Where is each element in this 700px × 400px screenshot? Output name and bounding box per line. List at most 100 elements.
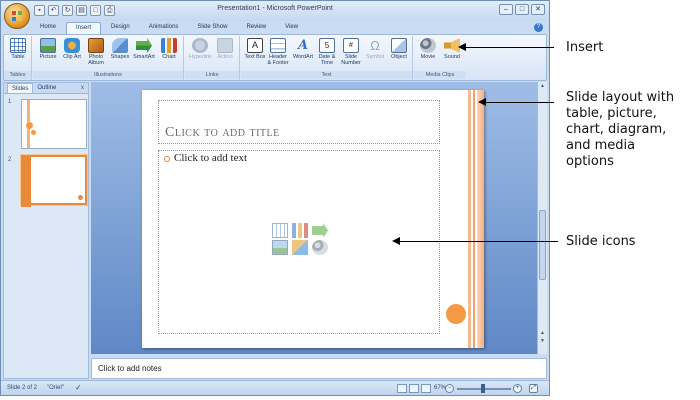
zoom-slider-handle[interactable]: [481, 384, 485, 393]
tab-slides[interactable]: Slides: [7, 83, 34, 93]
clip-art-button[interactable]: Clip Art: [61, 38, 83, 60]
symbol-icon: Ω: [370, 38, 380, 53]
maximize-button[interactable]: □: [515, 4, 529, 15]
chart-button[interactable]: Chart: [158, 38, 180, 60]
smartart-label: SmartArt: [133, 54, 155, 60]
wordart-icon: A: [297, 38, 309, 53]
next-slide-icon[interactable]: ▼: [539, 338, 546, 345]
insert-table-icon[interactable]: [272, 223, 288, 238]
slide-number-label: Slide Number: [341, 54, 361, 66]
callout-layout-line: table, picture,: [566, 106, 657, 121]
zoom-out-icon[interactable]: −: [445, 384, 454, 393]
picture-button[interactable]: Picture: [37, 38, 59, 60]
spelling-check-icon[interactable]: ✓: [75, 383, 82, 392]
notes-pane[interactable]: Click to add notes: [91, 358, 547, 379]
minimize-button[interactable]: –: [499, 4, 513, 15]
normal-view-icon[interactable]: [397, 384, 407, 393]
content-placeholder-text: Click to add text: [174, 152, 248, 164]
vertical-scrollbar[interactable]: ▲ ▲ ▼: [537, 82, 547, 354]
slide-canvas[interactable]: Click to add title Click to add text: [142, 90, 484, 348]
header-footer-button[interactable]: Header & Footer: [267, 38, 289, 66]
insert-picture-icon[interactable]: [272, 240, 288, 255]
insert-media-clip-icon[interactable]: [312, 240, 328, 255]
smartart-button[interactable]: SmartArt: [133, 38, 155, 60]
tab-insert[interactable]: Insert: [66, 22, 102, 34]
movie-label: Movie: [420, 54, 436, 60]
title-placeholder[interactable]: Click to add title: [158, 100, 440, 144]
slide-thumbnail-2[interactable]: [21, 155, 87, 207]
group-label-links: Links: [185, 71, 239, 79]
hyperlink-icon: [192, 38, 208, 53]
text-box-button[interactable]: A Text Box: [244, 38, 266, 60]
insert-clip-art-icon[interactable]: [292, 240, 308, 255]
movie-button[interactable]: Movie: [417, 38, 439, 60]
slide-number-icon: #: [343, 38, 359, 53]
tab-home[interactable]: Home: [31, 22, 65, 34]
shapes-icon: [112, 38, 128, 53]
date-time-label: Date & Time: [318, 54, 336, 66]
close-icon[interactable]: x: [81, 85, 84, 91]
callout-slide-icons: Slide icons: [566, 234, 636, 249]
close-button[interactable]: ✕: [531, 4, 545, 15]
arrow-layout-icon: [478, 98, 486, 106]
callout-layout-line: options: [566, 154, 614, 169]
hyperlink-button[interactable]: Hyperlink: [189, 38, 212, 60]
group-label-illustrations: Illustrations: [33, 71, 183, 79]
action-label: Action: [217, 54, 233, 60]
photo-album-button[interactable]: Photo Album: [85, 38, 107, 66]
slide-thumbnail-1[interactable]: [21, 99, 87, 149]
notes-placeholder: Click to add notes: [98, 364, 162, 373]
scroll-up-icon[interactable]: ▲: [539, 83, 546, 90]
window-title: Presentation1 - Microsoft PowerPoint: [217, 5, 333, 12]
slides-pane-tabs: Slides Outline x: [4, 83, 88, 94]
office-button[interactable]: [4, 3, 30, 29]
action-button[interactable]: Action: [214, 38, 236, 60]
thumbnail-dot: [26, 122, 33, 129]
object-icon: [391, 38, 407, 53]
insert-chart-icon[interactable]: [292, 223, 308, 238]
photo-album-label: Photo Album: [88, 54, 104, 66]
tab-design[interactable]: Design: [102, 22, 139, 34]
fit-to-window-icon[interactable]: ⤢: [529, 384, 538, 393]
zoom-in-icon[interactable]: +: [513, 384, 522, 393]
slide-sorter-icon[interactable]: [409, 384, 419, 393]
hyperlink-label: Hyperlink: [189, 54, 212, 60]
symbol-label: Symbol: [365, 54, 385, 60]
help-icon[interactable]: ?: [534, 23, 543, 32]
thumbnail-number: 2: [8, 157, 12, 163]
tab-slide-show[interactable]: Slide Show: [188, 22, 236, 34]
ribbon-tabs: Home Insert Design Animations Slide Show…: [31, 22, 307, 34]
table-button[interactable]: Table: [7, 38, 29, 60]
tab-view[interactable]: View: [276, 22, 307, 34]
thumbnail-dot: [78, 195, 83, 200]
callout-layout-line: and media: [566, 138, 636, 153]
thumbnail-number: 1: [8, 99, 12, 105]
slide-show-icon[interactable]: [421, 384, 431, 393]
insert-smartart-icon[interactable]: [312, 223, 328, 238]
date-time-button[interactable]: 5 Date & Time: [316, 38, 338, 66]
wordart-label: WordArt: [292, 54, 314, 60]
wordart-button[interactable]: A WordArt: [292, 38, 314, 60]
group-label-text: Text: [241, 71, 412, 79]
tab-review[interactable]: Review: [237, 22, 275, 34]
bullet-icon: [164, 156, 170, 162]
status-bar: Slide 2 of 2 "Oriel" ✓ 67% − + ⤢: [1, 380, 549, 395]
chart-icon: [161, 38, 177, 53]
symbol-button[interactable]: Ω Symbol: [364, 38, 386, 60]
scroll-thumb[interactable]: [539, 210, 546, 280]
group-illustrations: Picture Clip Art Photo Album Shapes Smar…: [33, 36, 184, 80]
tab-outline[interactable]: Outline: [33, 83, 60, 93]
callout-insert: Insert: [566, 40, 604, 55]
object-button[interactable]: Object: [388, 38, 410, 60]
group-links: Hyperlink Action Links: [185, 36, 240, 80]
chart-label: Chart: [162, 54, 176, 60]
tab-animations[interactable]: Animations: [140, 22, 188, 34]
clip-art-label: Clip Art: [63, 54, 81, 60]
picture-label: Picture: [39, 54, 57, 60]
date-time-icon: 5: [319, 38, 335, 53]
slide-number-button[interactable]: # Slide Number: [340, 38, 362, 66]
shapes-button[interactable]: Shapes: [109, 38, 131, 60]
smartart-icon: [136, 38, 152, 53]
clip-art-icon: [64, 38, 80, 53]
previous-slide-icon[interactable]: ▲: [539, 330, 546, 337]
